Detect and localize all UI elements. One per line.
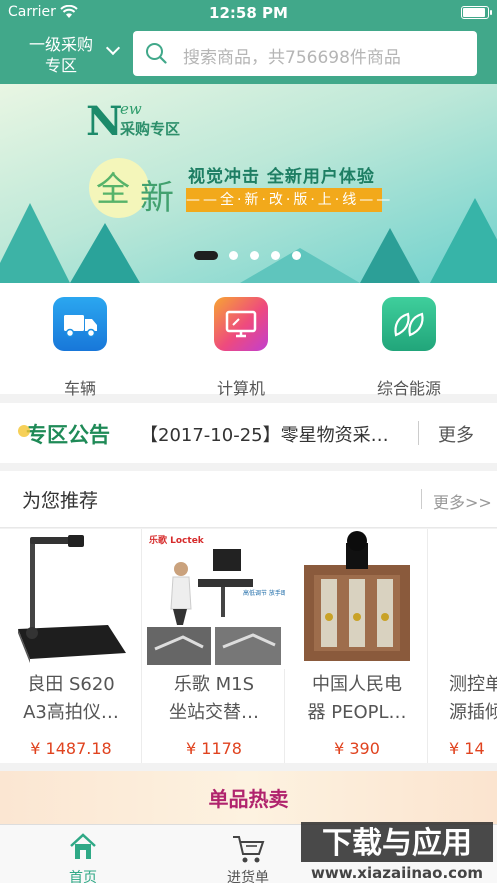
category-grid: 车辆 计算机 综合能源 [0,283,497,398]
product-name: 乐歌 M1S 坐站交替… [169,674,259,723]
search-icon [146,43,167,64]
banner-tagline: ——全·新·改·版·上·线—— [186,188,390,212]
divider [418,421,419,445]
product-image [429,529,497,669]
product-card[interactable]: 中国人民电 器 PEOPL… ¥ 390 [286,529,428,763]
product-card[interactable]: 良田 S620 A3高拍仪… ¥ 1487.18 [0,529,142,763]
hot-items-title: 单品热卖 [208,787,289,811]
carousel-dot-2[interactable] [229,251,238,260]
carousel-dot-1[interactable] [194,251,218,260]
banner-logo: N ew 采购专区 [86,98,206,145]
product-card[interactable]: 测控单 源插倾 ¥ 14 [429,529,497,763]
chevron-down-icon [105,40,121,56]
product-image-note: 高低调节 放手即停 [243,589,285,597]
announcement-text[interactable]: 【2017-10-25】零星物资采… [140,421,389,447]
region-label-line2: 专区 [44,56,77,75]
tag-decoration [18,425,30,437]
tab-label: 进货单 [227,870,269,883]
product-image [286,529,428,669]
search-input[interactable]: 搜索商品，共756698件商品 [133,31,477,76]
leaf-icon [382,297,436,351]
category-label: 综合能源 [376,379,441,398]
product-name: 中国人民电 器 PEOPL… [307,674,407,723]
logo-ew: ew [120,100,142,118]
product-image: 乐歌 Loctek 高低调节 放手即停 [143,529,285,669]
hot-items-section[interactable]: 单品热卖 [0,771,497,824]
announcement-more-link[interactable]: 更多 [438,421,474,447]
announcement-tag: 专区公告 [18,419,110,449]
watermark-url: www.xiazaiinao.com [311,864,483,882]
recommend-title: 为您推荐 [22,490,99,512]
clock: 12:58 PM [209,4,288,22]
announcement-tag-label: 专区公告 [26,423,110,447]
product-price: ¥ 390 [334,739,380,758]
carousel-dot-3[interactable] [250,251,259,260]
header: Carrier 12:58 PM 一级采购 专区 搜索商品，共756698件商品 [0,0,497,84]
tab-label: 首页 [69,870,97,883]
product-image-brand: 乐歌 Loctek [149,534,205,546]
region-label-line1: 一级采购 [28,35,93,54]
product-image [0,529,142,669]
region-selector[interactable]: 一级采购 专区 [16,34,121,76]
logo-letter: N [86,98,123,145]
recommend-header: 为您推荐 更多>> [0,471,497,528]
divider [421,489,422,509]
cart-icon [233,836,265,863]
product-price: ¥ 1178 [186,739,242,758]
category-label: 计算机 [216,379,265,398]
promo-banner[interactable]: N ew 采购专区 全 新 视觉冲击 全新用户体验 ——全·新·改·版·上·线—… [0,84,497,283]
truck-icon [53,297,107,351]
home-icon [70,833,96,859]
watermark-title: 下载与应用 [322,826,472,861]
app-screen: Carrier 12:58 PM 一级采购 专区 搜索商品，共756698件商品 [0,0,497,883]
banner-big-char-1: 全 [96,170,130,210]
product-price: ¥ 14 [449,739,485,758]
battery-icon [461,6,492,19]
product-name: 良田 S620 A3高拍仪… [23,674,119,723]
product-name: 测控单 源插倾 [449,674,497,723]
watermark: 下载与应用 www.xiazaiinao.com [297,818,497,883]
banner-big-char-2: 新 [140,178,174,218]
carousel-dot-5[interactable] [292,251,301,260]
banner-slogan: 视觉冲击 全新用户体验 [188,167,375,187]
product-carousel[interactable]: 良田 S620 A3高拍仪… ¥ 1487.18 乐歌 Loctek 高低调节 … [0,529,497,763]
monitor-icon [214,297,268,351]
product-price: ¥ 1487.18 [30,739,112,758]
announcement-bar[interactable]: 专区公告 【2017-10-25】零星物资采… 更多 [0,403,497,463]
recommend-more-link[interactable]: 更多>> [433,489,492,513]
product-card[interactable]: 乐歌 Loctek 高低调节 放手即停 乐歌 M1S 坐站交替… [143,529,285,763]
status-bar: Carrier 12:58 PM [0,0,497,26]
category-label: 车辆 [63,379,96,398]
carousel-dot-4[interactable] [271,251,280,260]
logo-subtitle: 采购专区 [120,120,181,138]
search-placeholder: 搜索商品，共756698件商品 [183,48,401,68]
